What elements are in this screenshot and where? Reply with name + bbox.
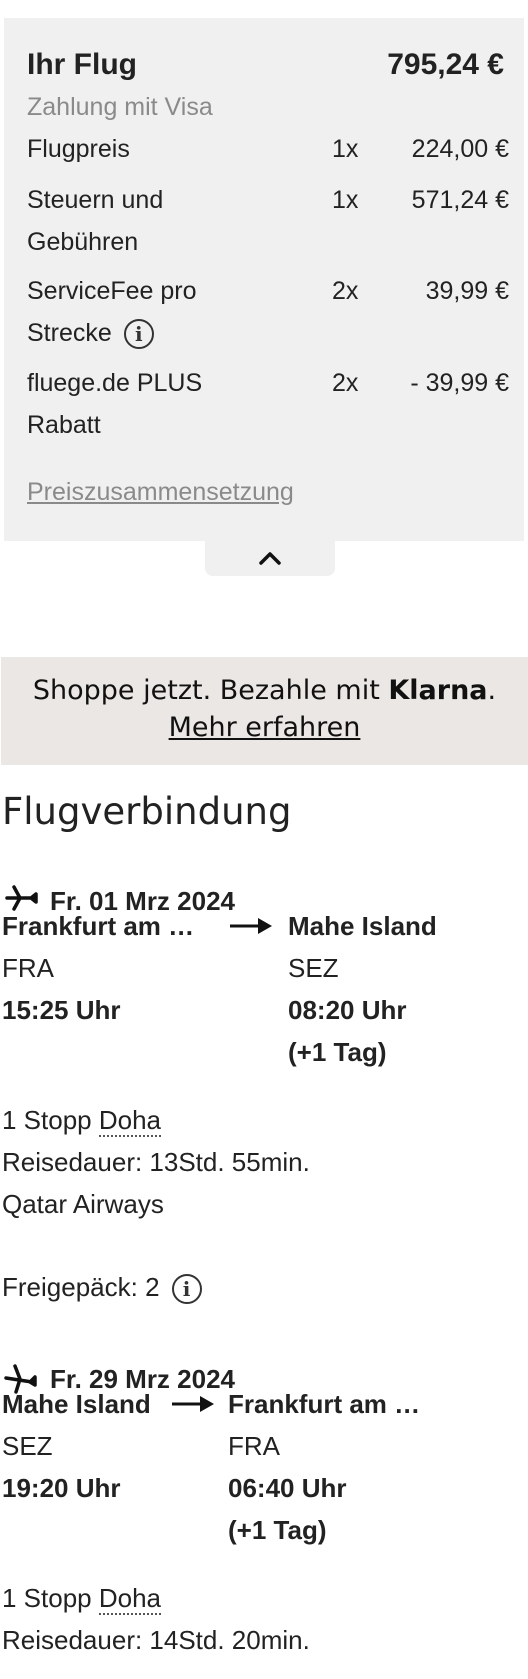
price-row-label-line2: Rabatt (27, 411, 101, 439)
price-row-label: Flugpreis (27, 135, 130, 163)
collapse-price-button[interactable] (205, 540, 335, 576)
stop-city-link[interactable]: Doha (98, 1105, 162, 1137)
arrow-right-icon (230, 918, 272, 934)
price-title: Ihr Flug (27, 48, 137, 81)
price-row-qty: 1x (332, 186, 359, 214)
travel-duration: Reisedauer: 13Std. 55min. (2, 1147, 310, 1177)
klarna-text: Shoppe jetzt. Bezahle mit Klarna. (1, 675, 528, 706)
price-row-label-line2: Gebühren (27, 228, 139, 256)
price-row-qty: 2x (332, 369, 359, 397)
chevron-up-icon (259, 552, 281, 565)
stop-city-link[interactable]: Doha (98, 1583, 162, 1615)
price-row-label: fluege.de PLUS Rabatt (27, 362, 247, 446)
baggage-info: Freigepäck: 2 i (2, 1266, 202, 1308)
price-summary: Ihr Flug 795,24 € Zahlung mit Visa Flugp… (4, 18, 524, 541)
stops-prefix: 1 Stopp (2, 1583, 99, 1613)
outbound-segment: Fr. 01 Mrz 2024 Frankfurt am … Mahe Isla… (2, 880, 522, 1340)
price-row-label-line1: ServiceFee pro (27, 277, 197, 305)
to-code: FRA (228, 1431, 280, 1461)
stops-prefix: 1 Stopp (2, 1105, 99, 1135)
price-row-qty: 2x (332, 277, 359, 305)
info-icon[interactable]: i (123, 319, 154, 350)
return-segment: Fr. 29 Mrz 2024 Mahe Island Frankfurt am… (2, 1358, 522, 1679)
arrival-time: 08:20 Uhr (288, 995, 407, 1025)
price-row-amount: - 39,99 € (410, 369, 509, 397)
travel-duration: Reisedauer: 14Std. 20min. (2, 1625, 310, 1655)
arrival-day-note: (+1 Tag) (228, 1515, 327, 1545)
to-city: Frankfurt am … (228, 1389, 421, 1419)
arrival-day-note: (+1 Tag) (288, 1037, 387, 1067)
departure-time: 19:20 Uhr (2, 1473, 121, 1503)
price-row-qty: 1x (332, 135, 359, 163)
arrow-right-icon (172, 1396, 214, 1412)
price-row-label-line1: fluege.de PLUS (27, 369, 203, 397)
payment-method: Zahlung mit Visa (27, 93, 213, 121)
from-city: Frankfurt am … (2, 911, 195, 941)
to-city: Mahe Island (288, 911, 437, 941)
stops-info: 1 Stopp Doha (2, 1577, 162, 1619)
klarna-more-link[interactable]: Mehr erfahren (1, 712, 528, 743)
price-row-label-line2: Strecke (27, 319, 112, 347)
klarna-brand: Klarna (388, 675, 488, 706)
price-row-label: Steuern und Gebühren (27, 179, 247, 263)
klarna-text-dot: . (487, 675, 497, 706)
price-row-label: ServiceFee pro Strecke i (27, 270, 247, 354)
stops-info: 1 Stopp Doha (2, 1099, 162, 1141)
flight-section-title: Flugverbindung (2, 790, 292, 833)
from-code: SEZ (2, 1431, 53, 1461)
from-code: FRA (2, 953, 54, 983)
info-icon[interactable]: i (171, 1274, 202, 1305)
price-total: 795,24 € (387, 48, 504, 81)
departure-time: 15:25 Uhr (2, 995, 121, 1025)
price-row-amount: 224,00 € (411, 135, 509, 163)
from-city: Mahe Island (2, 1389, 151, 1419)
baggage-text: Freigepäck: 2 (2, 1272, 160, 1302)
price-row-amount: 571,24 € (411, 186, 509, 214)
price-breakdown-link[interactable]: Preiszusammensetzung (27, 478, 294, 507)
airline: Qatar Airways (2, 1189, 164, 1219)
klarna-banner: Shoppe jetzt. Bezahle mit Klarna. Mehr e… (1, 657, 528, 765)
arrival-time: 06:40 Uhr (228, 1473, 347, 1503)
to-code: SEZ (288, 953, 339, 983)
klarna-text-prefix: Shoppe jetzt. Bezahle mit (32, 675, 389, 706)
price-row-label-line1: Steuern und (27, 186, 164, 214)
price-row-amount: 39,99 € (425, 277, 509, 305)
